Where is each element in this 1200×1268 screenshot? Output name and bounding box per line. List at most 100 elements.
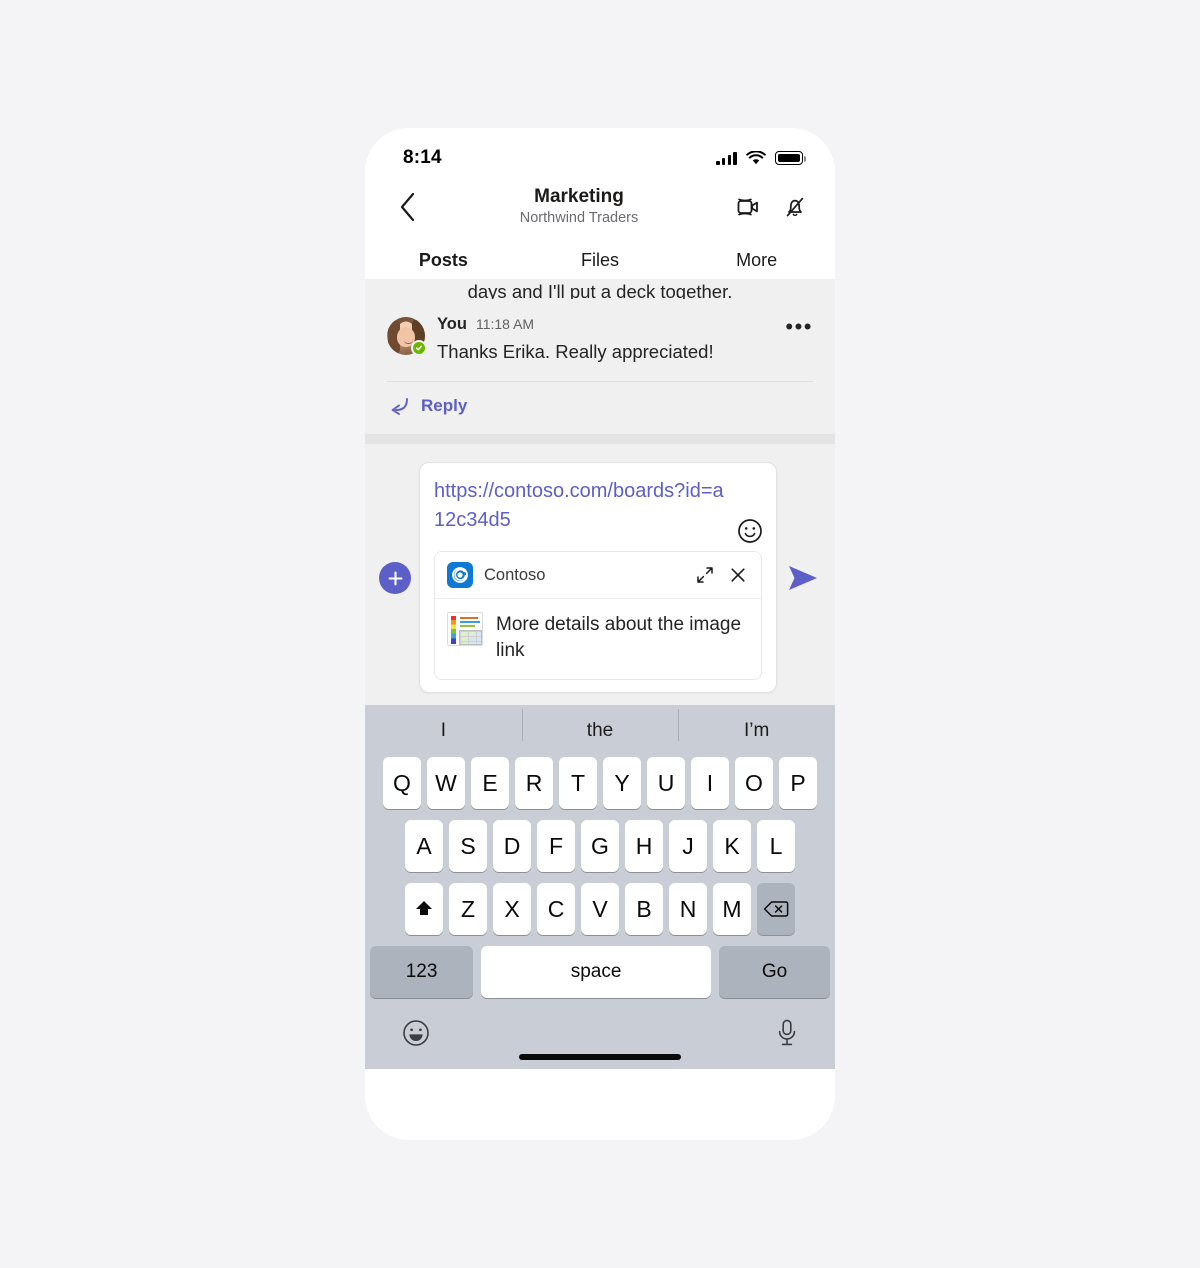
message-body: You 11:18 AM Thanks Erika. Really apprec… <box>437 315 773 365</box>
app-header: Marketing Northwind Traders <box>365 176 835 238</box>
key-a[interactable]: A <box>405 820 443 872</box>
keyboard-row-1: Q W E R T Y U I O P <box>365 757 835 809</box>
chart-thumbnail-image <box>447 612 483 646</box>
message-meta: You 11:18 AM <box>437 315 773 334</box>
reply-label: Reply <box>421 396 468 415</box>
page-title: Marketing <box>534 186 624 207</box>
meet-now-button[interactable] <box>731 191 763 223</box>
tab-bar: Posts Files More <box>365 238 835 282</box>
key-f[interactable]: F <box>537 820 575 872</box>
on-screen-keyboard[interactable]: I the I’m Q W E R T Y U I O P A S D F G … <box>365 705 835 1069</box>
suggestion-1[interactable]: the <box>521 709 679 742</box>
keyboard-row-3: Z X C V B N M <box>365 883 835 935</box>
shift-arrow-icon <box>416 901 432 915</box>
key-c[interactable]: C <box>537 883 575 935</box>
suggestion-2[interactable]: I’m <box>678 709 835 742</box>
tab-files-label: Files <box>581 249 620 270</box>
expand-card-button[interactable] <box>694 564 716 586</box>
key-t[interactable]: T <box>559 757 597 809</box>
compose-area: https://contoso.com/boards?id=a12c34d5 C… <box>365 444 835 705</box>
send-button[interactable] <box>785 560 821 596</box>
suggestion-bar: I the I’m <box>365 705 835 757</box>
dictation-button[interactable] <box>775 1018 799 1053</box>
message-input[interactable]: https://contoso.com/boards?id=a12c34d5 C… <box>419 462 777 693</box>
key-d[interactable]: D <box>493 820 531 872</box>
microphone-icon <box>778 1019 796 1045</box>
backspace-key[interactable] <box>757 883 795 935</box>
shift-key[interactable] <box>405 883 443 935</box>
home-indicator <box>365 1054 835 1069</box>
key-x[interactable]: X <box>493 883 531 935</box>
tab-more[interactable]: More <box>678 238 835 282</box>
emoji-face-icon <box>403 1019 429 1046</box>
page-subtitle: Northwind Traders <box>519 210 639 226</box>
emoji-keyboard-button[interactable] <box>401 1018 431 1053</box>
return-key[interactable]: Go <box>719 946 830 998</box>
key-l[interactable]: L <box>757 820 795 872</box>
key-z[interactable]: Z <box>449 883 487 935</box>
key-j[interactable]: J <box>669 820 707 872</box>
message-timestamp: 11:18 AM <box>475 316 535 332</box>
key-q[interactable]: Q <box>383 757 421 809</box>
backspace-icon <box>763 901 789 917</box>
key-o[interactable]: O <box>735 757 773 809</box>
key-g[interactable]: G <box>581 820 619 872</box>
reply-arrow-icon <box>391 398 408 415</box>
tab-posts-label: Posts <box>418 249 468 270</box>
status-bar: 8:14 <box>365 128 835 176</box>
expand-diagonal-icon <box>697 567 713 583</box>
tab-posts[interactable]: Posts <box>365 238 522 282</box>
key-u[interactable]: U <box>647 757 685 809</box>
key-h[interactable]: H <box>625 820 663 872</box>
send-arrow-icon <box>789 566 817 590</box>
close-x-icon <box>731 568 745 582</box>
keyboard-row-2: A S D F G H J K L <box>365 820 835 872</box>
bell-muted-icon <box>786 197 804 217</box>
reply-button[interactable]: Reply <box>365 382 835 434</box>
link-card-app-name: Contoso <box>484 565 546 584</box>
battery-icon <box>775 151 807 165</box>
contoso-logo-icon <box>452 567 468 583</box>
page-canvas: 8:14 Marketing Northwind Traders Posts F… <box>0 0 1200 1268</box>
key-b[interactable]: B <box>625 883 663 935</box>
status-time: 8:14 <box>403 147 442 168</box>
tab-more-label: More <box>736 249 778 270</box>
link-preview-card[interactable]: Contoso More details about the image lin… <box>434 551 762 680</box>
numbers-key[interactable]: 123 <box>370 946 474 998</box>
back-button[interactable] <box>387 187 427 227</box>
cellular-signal-icon <box>716 151 737 165</box>
message-options-button[interactable]: ••• <box>785 315 813 365</box>
message-author: You <box>437 315 467 333</box>
message-input-row: https://contoso.com/boards?id=a12c34d5 <box>434 477 762 543</box>
key-w[interactable]: W <box>427 757 465 809</box>
key-n[interactable]: N <box>669 883 707 935</box>
video-camera-icon <box>737 198 758 216</box>
key-r[interactable]: R <box>515 757 553 809</box>
check-icon <box>415 345 423 351</box>
key-p[interactable]: P <box>779 757 817 809</box>
phone-frame: 8:14 Marketing Northwind Traders Posts F… <box>365 128 835 1140</box>
wifi-icon <box>746 150 766 164</box>
key-y[interactable]: Y <box>603 757 641 809</box>
contoso-app-icon <box>447 562 473 588</box>
key-s[interactable]: S <box>449 820 487 872</box>
suggestion-0[interactable]: I <box>365 720 522 742</box>
notifications-button[interactable] <box>779 191 811 223</box>
key-k[interactable]: K <box>713 820 751 872</box>
key-v[interactable]: V <box>581 883 619 935</box>
key-m[interactable]: M <box>713 883 751 935</box>
message-text: Thanks Erika. Really appreciated! <box>437 341 714 362</box>
tab-files[interactable]: Files <box>522 238 679 282</box>
message-item[interactable]: You 11:18 AM Thanks Erika. Really apprec… <box>365 299 835 365</box>
attach-button[interactable] <box>379 562 411 594</box>
key-e[interactable]: E <box>471 757 509 809</box>
emoji-button[interactable] <box>736 517 764 545</box>
close-card-button[interactable] <box>727 564 749 586</box>
space-key[interactable]: space <box>481 946 711 998</box>
key-i[interactable]: I <box>691 757 729 809</box>
avatar[interactable] <box>387 317 427 356</box>
truncated-message: days and I'll put a deck together. <box>467 281 733 299</box>
chevron-left-icon <box>400 192 414 222</box>
link-card-title: More details about the image link <box>496 614 742 661</box>
message-thread[interactable]: days and I'll put a deck together. You 1… <box>365 279 835 444</box>
